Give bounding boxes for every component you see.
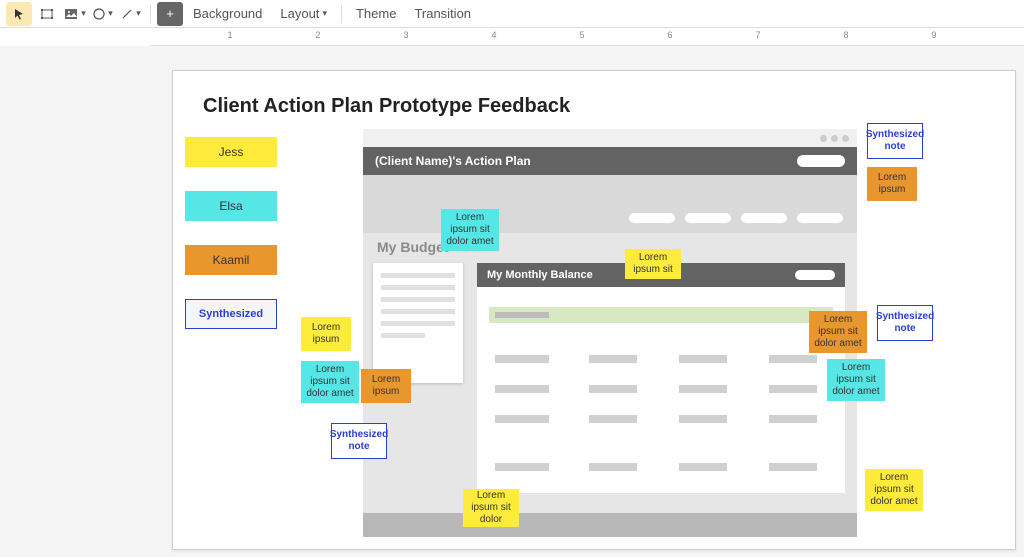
window-dot-icon xyxy=(842,135,849,142)
wireframe-body: My Budget My Monthly Balance xyxy=(363,233,857,537)
chevron-down-icon: ▾ xyxy=(108,8,113,19)
note-synthesized[interactable]: Synthesized note xyxy=(331,423,387,459)
shape-tool[interactable]: ▾ xyxy=(90,2,116,26)
new-slide-button[interactable]: + xyxy=(157,2,183,26)
legend-jess[interactable]: Jess xyxy=(185,137,277,167)
note-orange[interactable]: Lorem ipsum xyxy=(867,167,917,201)
wireframe-pill xyxy=(797,155,845,167)
ruler-tick: 4 xyxy=(491,30,496,40)
note-yellow[interactable]: Lorem ipsum sit dolor xyxy=(463,489,519,527)
ruler-tick: 3 xyxy=(403,30,408,40)
ruler-tick: 2 xyxy=(315,30,320,40)
ruler-tick: 5 xyxy=(579,30,584,40)
ruler-tick: 6 xyxy=(667,30,672,40)
note-yellow[interactable]: Lorem ipsum sit dolor amet xyxy=(865,469,923,511)
layout-button[interactable]: Layout ▾ xyxy=(272,2,335,26)
canvas-area[interactable]: Client Action Plan Prototype Feedback Je… xyxy=(0,46,1024,557)
note-cyan[interactable]: Lorem ipsum sit dolor amet xyxy=(441,209,499,251)
chevron-down-icon: ▾ xyxy=(81,8,86,19)
image-tool[interactable]: ▾ xyxy=(62,2,88,26)
note-cyan[interactable]: Lorem ipsum sit dolor amet xyxy=(301,361,359,403)
note-orange[interactable]: Lorem ipsum xyxy=(361,369,411,403)
wireframe-side-card xyxy=(373,263,463,383)
ruler-tick: 9 xyxy=(931,30,936,40)
legend-synthesized[interactable]: Synthesized xyxy=(185,299,277,329)
transition-button[interactable]: Transition xyxy=(406,2,479,26)
note-synthesized[interactable]: Synthesized note xyxy=(867,123,923,159)
note-orange[interactable]: Lorem ipsum sit dolor amet xyxy=(809,311,867,353)
wireframe-panel: My Monthly Balance xyxy=(477,263,845,493)
wireframe-data-row xyxy=(489,415,833,425)
wireframe-nav-item xyxy=(685,213,731,223)
wireframe-data-row xyxy=(489,463,833,473)
wireframe-footer xyxy=(363,513,857,537)
toolbar: ▾ ▾ ▾ + Background Layout ▾ Theme Transi… xyxy=(0,0,1024,28)
wireframe-subheader xyxy=(363,175,857,233)
wireframe-panel-title: My Monthly Balance xyxy=(487,269,593,281)
separator xyxy=(341,5,342,23)
wireframe-header-title: (Client Name)'s Action Plan xyxy=(375,154,531,168)
window-dot-icon xyxy=(831,135,838,142)
wireframe-highlight-row xyxy=(489,307,833,323)
note-yellow[interactable]: Lorem ipsum xyxy=(301,317,351,351)
wireframe-browser-chrome xyxy=(363,129,857,147)
wireframe-header: (Client Name)'s Action Plan xyxy=(363,147,857,175)
legend-kaamil[interactable]: Kaamil xyxy=(185,245,277,275)
chevron-down-icon: ▾ xyxy=(136,8,141,19)
background-button[interactable]: Background xyxy=(185,2,270,26)
slide[interactable]: Client Action Plan Prototype Feedback Je… xyxy=(172,70,1016,550)
wireframe-data-row xyxy=(489,355,833,365)
line-tool[interactable]: ▾ xyxy=(118,2,144,26)
ruler-tick: 1 xyxy=(227,30,232,40)
ruler: 1 2 3 4 5 6 7 8 9 xyxy=(150,28,1024,46)
layout-label: Layout xyxy=(280,6,319,21)
slide-title[interactable]: Client Action Plan Prototype Feedback xyxy=(203,95,570,118)
note-synthesized[interactable]: Synthesized note xyxy=(877,305,933,341)
theme-button[interactable]: Theme xyxy=(348,2,404,26)
separator xyxy=(150,5,151,23)
select-tool[interactable] xyxy=(6,2,32,26)
legend-elsa[interactable]: Elsa xyxy=(185,191,277,221)
wireframe-nav-item xyxy=(741,213,787,223)
note-yellow[interactable]: Lorem ipsum sit xyxy=(625,249,681,279)
window-dot-icon xyxy=(820,135,827,142)
wireframe-data-row xyxy=(489,385,833,395)
ruler-tick: 8 xyxy=(843,30,848,40)
textbox-tool[interactable] xyxy=(34,2,60,26)
wireframe[interactable]: (Client Name)'s Action Plan My Budget My… xyxy=(363,129,857,537)
chevron-down-icon: ▾ xyxy=(322,8,327,19)
note-cyan[interactable]: Lorem ipsum sit dolor amet xyxy=(827,359,885,401)
ruler-tick: 7 xyxy=(755,30,760,40)
wireframe-budget-label: My Budget xyxy=(377,239,449,255)
wireframe-pill xyxy=(795,270,835,280)
wireframe-nav-item xyxy=(629,213,675,223)
wireframe-nav-item xyxy=(797,213,843,223)
